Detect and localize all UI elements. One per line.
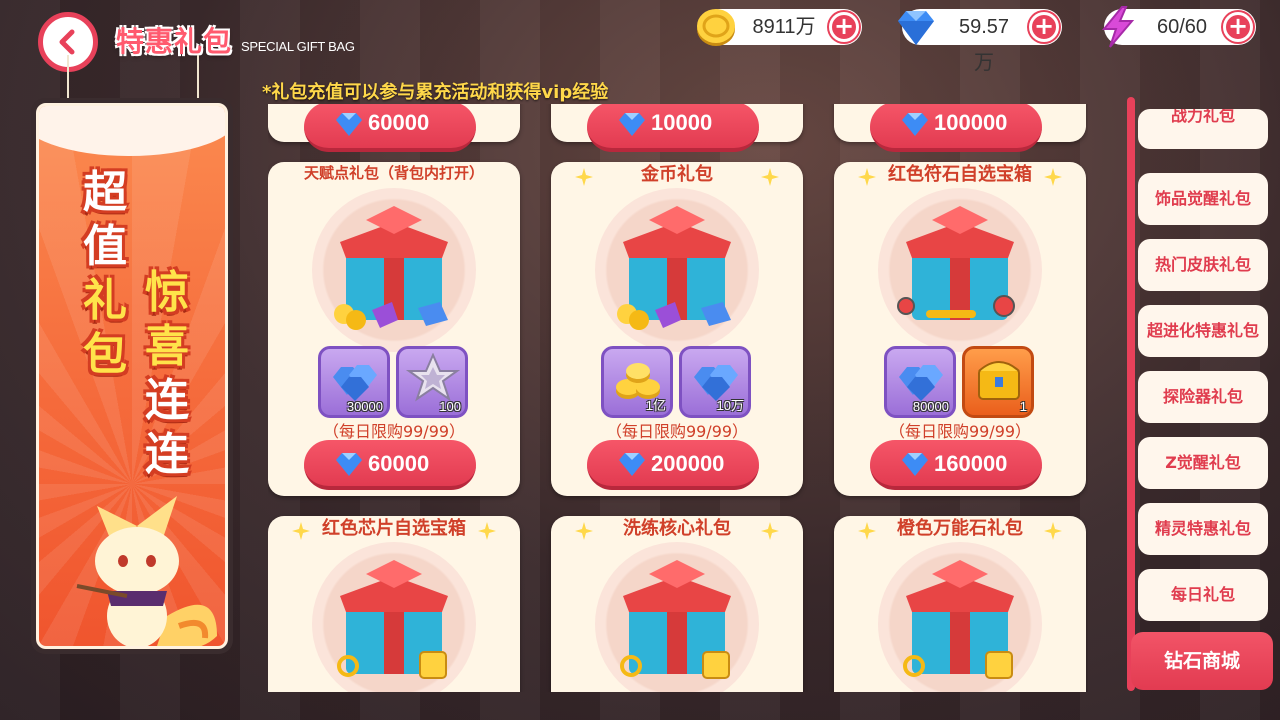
reward-item[interactable]: 10万 <box>679 346 751 418</box>
nav-item-spirit-pack[interactable]: 精灵特惠礼包 <box>1138 503 1268 555</box>
star-emblem-icon <box>405 353 461 402</box>
package-card: 10000 <box>551 104 803 152</box>
gift-chest-icon <box>337 560 448 679</box>
package-card: 红色符石自选宝箱 80000 1 （每日限购99/99） 160000 <box>834 162 1086 496</box>
package-card: 60000 <box>268 104 520 152</box>
nav-item-power-pack[interactable]: 战力礼包 <box>1138 109 1268 149</box>
purchase-limit: （每日限购99/99） <box>888 422 1032 441</box>
diamond-icon <box>336 453 362 476</box>
page-title: 特惠礼包 <box>116 25 233 58</box>
package-title: 橙色万能石礼包 <box>897 518 1023 539</box>
add-diamond-button[interactable]: + <box>1029 12 1059 42</box>
reward-item[interactable]: 1亿 <box>601 346 673 418</box>
nav-item-accessory-awaken-pack[interactable]: 饰品觉醒礼包 <box>1138 173 1268 225</box>
reward-item[interactable]: 100 <box>396 346 468 418</box>
tab-diamond-shop[interactable]: 钻石商城 <box>1131 632 1273 690</box>
purchase-limit: （每日限购99/99） <box>605 422 749 441</box>
reward-item[interactable]: 1 <box>962 346 1034 418</box>
purchase-limit: （每日限购99/99） <box>322 422 466 441</box>
diamond-icon <box>902 113 928 136</box>
diamond-icon <box>902 453 928 476</box>
nav-item-super-evolve-pack[interactable]: 超进化特惠礼包 <box>1138 305 1268 357</box>
energy-value: 60/60 <box>1156 16 1208 38</box>
promo-banner: 超 值 礼 包 惊 喜 连 连 <box>31 98 233 654</box>
gold-value: 8911万 <box>752 16 816 38</box>
gift-chest-icon <box>897 206 1015 320</box>
gold-coin-icon <box>697 9 735 46</box>
lightning-icon <box>1101 6 1135 48</box>
nav-scroll-rail[interactable] <box>1127 97 1135 691</box>
nav-item-hot-skin-pack[interactable]: 热门皮肤礼包 <box>1138 239 1268 291</box>
banner-text-left: 超 值 礼 包 <box>83 167 127 380</box>
nav-item-daily-pack[interactable]: 每日礼包 <box>1138 569 1268 621</box>
nav-item-explorer-pack[interactable]: 探险器礼包 <box>1138 371 1268 423</box>
fox-mascot-icon <box>76 496 217 646</box>
add-gold-button[interactable]: + <box>829 12 859 42</box>
diamond-icon <box>619 453 645 476</box>
package-card: 橙色万能石礼包 <box>834 516 1086 692</box>
diamond-value: 59.57万 <box>958 16 1010 74</box>
package-card: 金币礼包 1亿 10万 （每日限购99/99） 200000 <box>551 162 803 496</box>
buy-button[interactable]: 10000 <box>587 104 759 152</box>
diamond-icon <box>619 113 645 136</box>
gift-chest-icon <box>620 560 731 679</box>
category-nav: 战力礼包 饰品觉醒礼包 热门皮肤礼包 超进化特惠礼包 探险器礼包 Z觉醒礼包 精… <box>1127 97 1280 691</box>
package-title: 红色符石自选宝箱 <box>888 164 1032 185</box>
diamond-pile-icon <box>899 365 943 401</box>
energy-currency: 60/60 + <box>1101 6 1256 48</box>
nav-item-z-awaken-pack[interactable]: Z觉醒礼包 <box>1138 437 1268 489</box>
chevron-left-icon <box>59 29 75 55</box>
package-card: 洗练核心礼包 <box>551 516 803 692</box>
gift-chest-icon <box>334 206 448 330</box>
package-card: 红色芯片自选宝箱 <box>268 516 520 692</box>
package-card: 100000 <box>834 104 1086 152</box>
buy-button[interactable]: 160000 <box>870 440 1042 490</box>
treasure-chest-icon <box>978 361 1020 400</box>
buy-button[interactable]: 100000 <box>870 104 1042 152</box>
add-energy-button[interactable]: + <box>1223 12 1253 42</box>
package-card: 天赋点礼包（背包内打开） 30000 100 （每日限购99/99） 60000 <box>268 162 520 496</box>
gift-chest-icon <box>903 560 1014 679</box>
buy-button[interactable]: 200000 <box>587 440 759 490</box>
gift-chest-icon <box>617 206 731 330</box>
page-subtitle: SPECIAL GIFT BAG <box>241 39 355 54</box>
recharge-notice: *礼包充值可以参与累充活动和获得vip经验 <box>262 82 609 103</box>
reward-item[interactable]: 80000 <box>884 346 956 418</box>
package-title: 金币礼包 <box>641 164 713 185</box>
package-grid: 60000 10000 100000 天赋点礼包（背包内打开） 30000 10… <box>268 104 1088 692</box>
reward-item[interactable]: 30000 <box>318 346 390 418</box>
gold-currency: 8911万 + <box>697 9 862 46</box>
package-title: 天赋点礼包（背包内打开） <box>303 164 484 182</box>
buy-button[interactable]: 60000 <box>304 104 476 152</box>
diamond-icon <box>336 113 362 136</box>
package-title: 洗练核心礼包 <box>623 518 731 539</box>
diamond-pile-icon <box>333 365 377 401</box>
package-title: 红色芯片自选宝箱 <box>322 518 466 539</box>
banner-text-right: 惊 喜 连 连 <box>145 267 189 480</box>
buy-button[interactable]: 60000 <box>304 440 476 490</box>
diamond-icon <box>898 11 934 45</box>
diamond-currency: 59.57万 + <box>898 9 1062 74</box>
